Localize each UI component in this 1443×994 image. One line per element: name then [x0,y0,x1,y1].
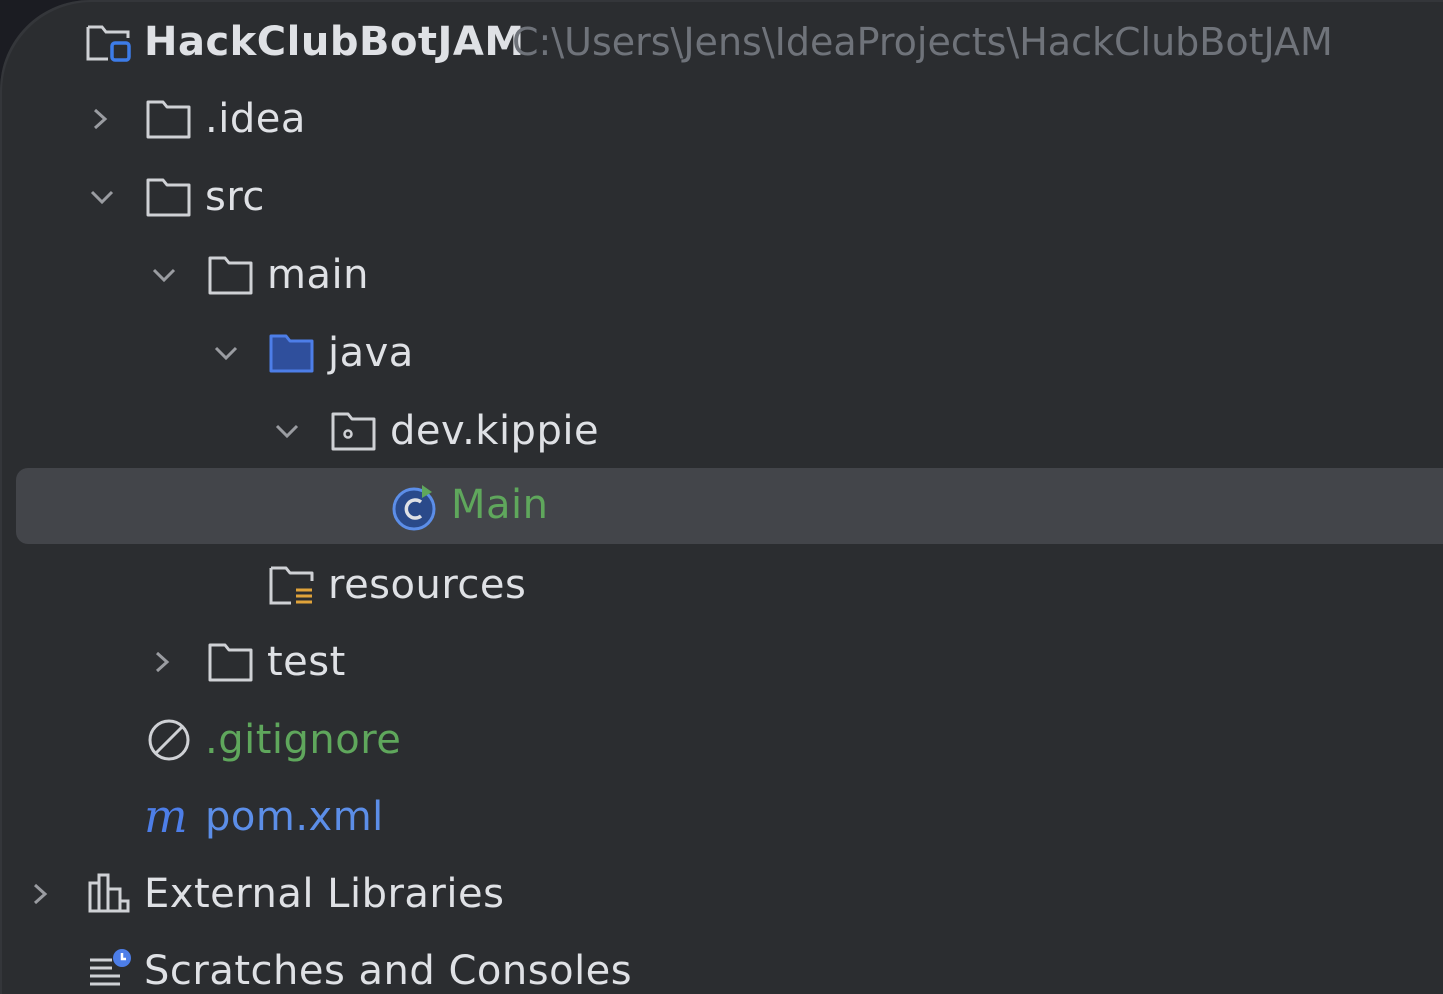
tree-label-resources: resources [328,562,527,608]
tree-label-main: main [267,252,369,298]
project-path: C:\Users\Jens\IdeaProjects\HackClubBotJA… [512,20,1333,64]
maven-icon: m [144,792,194,842]
tree-label-idea: .idea [205,96,306,142]
library-icon [84,869,134,919]
source-root-folder-icon [267,328,317,378]
tree-label-java: java [328,330,414,376]
project-name: HackClubBotJAM [144,19,525,65]
tree-row-scratches[interactable]: Scratches and Consoles [0,932,1443,994]
chevron-right-icon[interactable] [20,874,60,914]
tree-label-scratches: Scratches and Consoles [144,948,633,994]
tree-row-java[interactable]: java [0,314,1443,392]
chevron-down-icon[interactable] [206,333,246,373]
folder-icon [206,637,256,687]
tree-row-external-libraries[interactable]: External Libraries [0,855,1443,933]
tree-label-external-libraries: External Libraries [144,871,505,917]
tree-label-pom: pom.xml [205,794,384,840]
resources-folder-icon [267,560,317,610]
folder-icon [206,250,256,300]
chevron-right-icon[interactable] [142,642,182,682]
tree-label-test: test [267,639,346,685]
chevron-down-icon[interactable] [82,177,122,217]
chevron-down-icon[interactable] [267,411,307,451]
tree-label-package: dev.kippie [390,408,600,454]
tree-label-main-class: Main [451,482,549,528]
tree-row-test[interactable]: test [0,623,1443,701]
scratches-icon [84,946,134,994]
tree-label-src: src [205,174,265,220]
ignored-file-icon [144,715,194,765]
project-folder-icon [84,17,134,67]
tree-row-pom[interactable]: m pom.xml [0,778,1443,856]
package-icon [329,406,379,456]
folder-icon [144,94,194,144]
java-class-icon [390,482,440,532]
tree-row-src[interactable]: src [0,158,1443,236]
tree-label-gitignore: .gitignore [205,717,402,763]
project-tool-window: HackClubBotJAM C:\Users\Jens\IdeaProject… [0,0,1443,994]
chevron-down-icon[interactable] [144,255,184,295]
chevron-right-icon[interactable] [80,99,120,139]
svg-text:m: m [144,792,188,842]
tree-row-idea[interactable]: .idea [0,80,1443,158]
tree-row-package[interactable]: dev.kippie [0,392,1443,470]
tree-row-main-class[interactable]: Main [0,466,1443,544]
tree-row-project-root[interactable]: HackClubBotJAM C:\Users\Jens\IdeaProject… [0,3,1443,81]
folder-icon [144,172,194,222]
tree-row-resources[interactable]: resources [0,546,1443,624]
tree-row-gitignore[interactable]: .gitignore [0,701,1443,779]
tree-row-main[interactable]: main [0,236,1443,314]
